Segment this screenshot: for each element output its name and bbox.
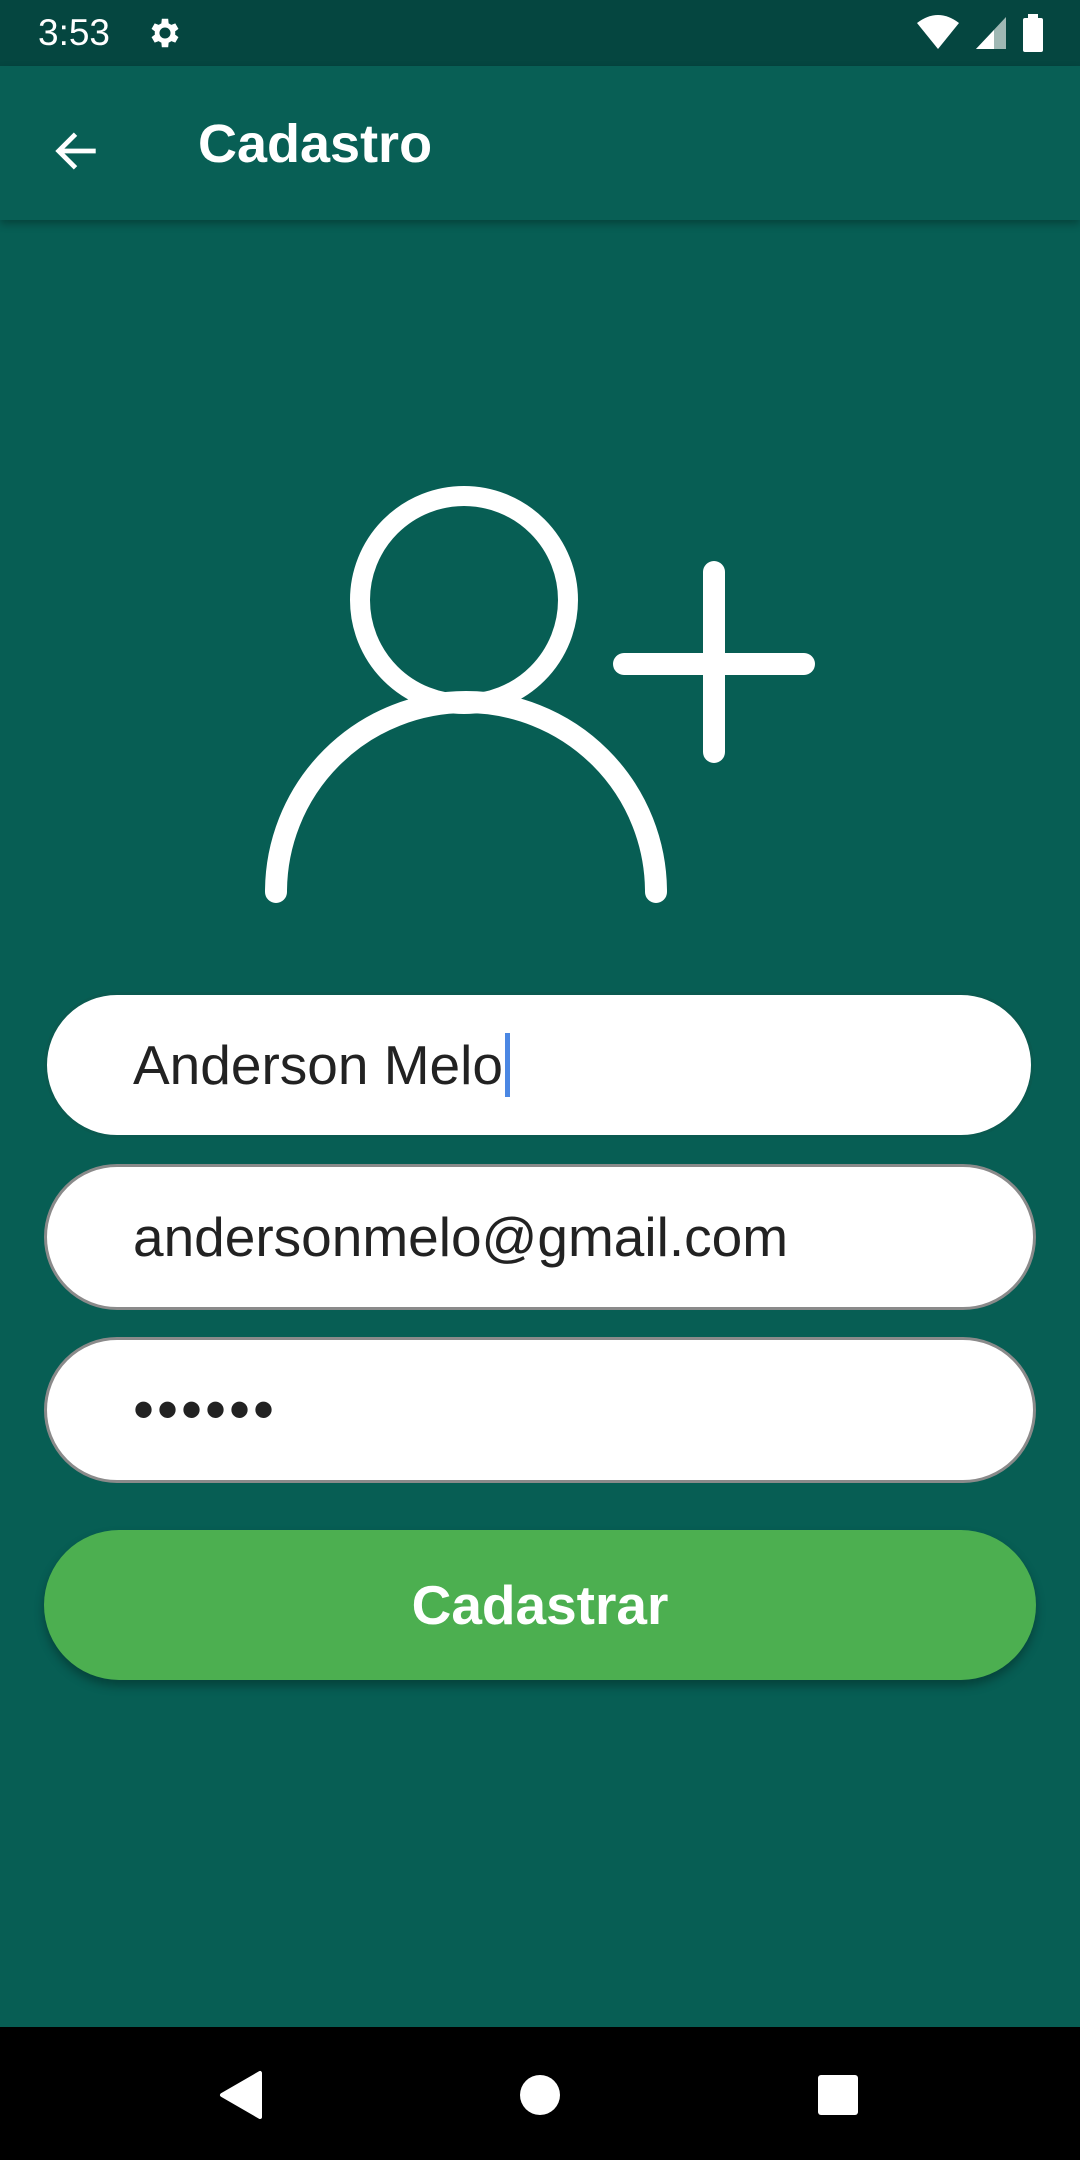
arrow-back-icon xyxy=(55,132,96,170)
email-field-value: andersonmelo@gmail.com xyxy=(133,1206,789,1268)
status-bar: 3:53 xyxy=(0,0,1080,66)
settings-icon xyxy=(151,18,179,48)
name-field-value: Anderson Melo xyxy=(133,1034,503,1096)
battery-icon xyxy=(1023,14,1043,52)
nav-recents-button[interactable] xyxy=(798,2055,878,2135)
back-triangle-icon xyxy=(220,2071,262,2119)
email-field[interactable]: andersonmelo@gmail.com xyxy=(44,1164,1036,1310)
wifi-icon xyxy=(917,15,959,49)
password-field[interactable]: •••••• xyxy=(44,1337,1036,1483)
app-bar: Cadastro xyxy=(0,66,1080,220)
password-field-value: •••••• xyxy=(133,1376,278,1443)
page-title: Cadastro xyxy=(198,114,433,174)
text-cursor xyxy=(504,1033,510,1098)
home-circle-icon xyxy=(520,2075,560,2115)
register-button[interactable]: Cadastrar xyxy=(44,1530,1036,1680)
add-user-icon xyxy=(265,486,815,903)
name-field[interactable]: Anderson Melo xyxy=(44,992,1034,1138)
back-button[interactable] xyxy=(40,115,112,187)
nav-home-button[interactable] xyxy=(500,2055,580,2135)
cell-signal-icon xyxy=(976,17,1006,49)
recents-square-icon xyxy=(818,2075,858,2115)
nav-back-button[interactable] xyxy=(200,2055,280,2135)
system-nav-bar xyxy=(0,2027,1080,2160)
status-time: 3:53 xyxy=(38,12,111,53)
status-icons xyxy=(916,14,1044,52)
